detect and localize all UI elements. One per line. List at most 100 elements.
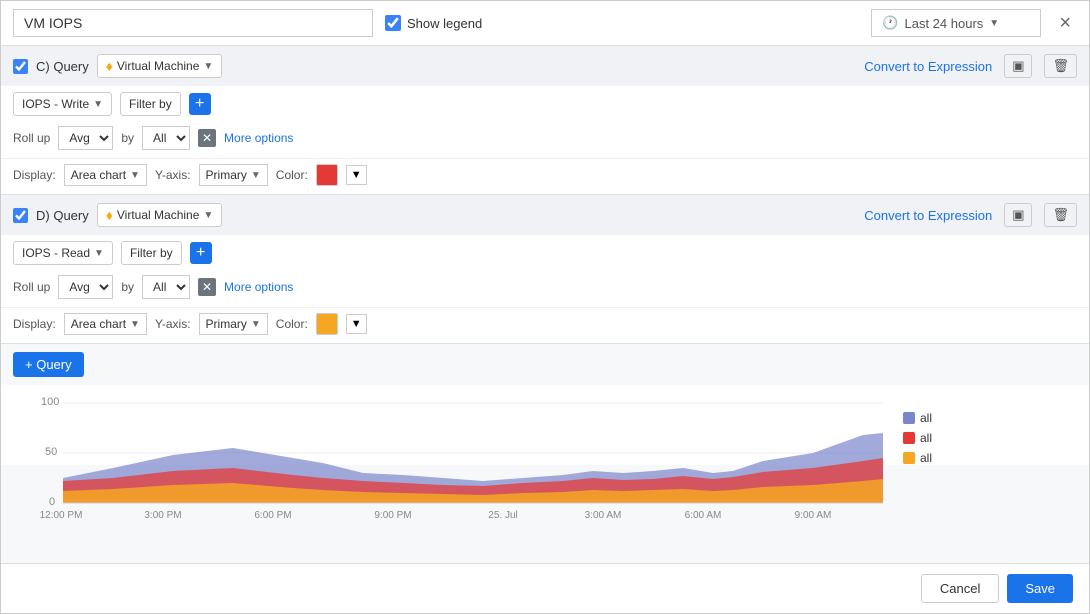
query-c-chart-type-label: Area chart — [71, 168, 126, 182]
title-input[interactable] — [13, 9, 373, 37]
query-c-rollup-label: Roll up — [13, 131, 50, 145]
query-c-label: C) Query — [36, 59, 89, 74]
chevron-down-icon: ▼ — [989, 18, 999, 29]
query-c-display-row: Display: Area chart ▼ Y-axis: Primary ▼ … — [1, 158, 1089, 194]
svg-text:3:00 AM: 3:00 AM — [585, 510, 622, 521]
delete-query-d-button[interactable]: 🗑 — [1044, 203, 1077, 227]
svg-text:25. Jul: 25. Jul — [488, 510, 517, 521]
svg-text:12:00 PM: 12:00 PM — [40, 510, 83, 521]
legend-color-red — [903, 432, 915, 444]
convert-to-expression-d[interactable]: Convert to Expression — [864, 208, 992, 223]
chevron-down-icon: ▼ — [251, 319, 261, 330]
query-d-more-options[interactable]: More options — [224, 280, 293, 294]
query-d-color-dropdown[interactable]: ▼ — [346, 314, 367, 334]
query-d-clear-button[interactable]: ✕ — [198, 278, 216, 296]
query-d-color-swatch[interactable] — [316, 313, 338, 335]
legend-item-orange: all — [903, 451, 983, 465]
query-c-metric-label: IOPS - Write — [22, 97, 89, 111]
query-d-metric-button[interactable]: IOPS - Read ▼ — [13, 241, 113, 265]
legend-label-orange: all — [920, 451, 932, 465]
query-c-color-dropdown[interactable]: ▼ — [346, 165, 367, 185]
query-c-metric-row: IOPS - Write ▼ Filter by + — [1, 86, 1089, 122]
query-d-metric-label: IOPS - Read — [22, 246, 90, 260]
chart-area: 100 50 0 12:00 PM 3:00 PM 6:00 PM — [1, 385, 1089, 465]
modal-content: C) Query ♦ Virtual Machine ▼ Convert to … — [1, 46, 1089, 563]
query-d-vm-label: Virtual Machine — [117, 208, 200, 222]
query-d-metric-row: IOPS - Read ▼ Filter by + — [1, 235, 1089, 271]
query-block-c: C) Query ♦ Virtual Machine ▼ Convert to … — [1, 46, 1089, 195]
query-d-by-label: by — [121, 280, 134, 294]
duplicate-query-c-button[interactable]: ▣ — [1004, 54, 1032, 78]
query-c-metric-button[interactable]: IOPS - Write ▼ — [13, 92, 112, 116]
add-query-button[interactable]: + Query — [13, 352, 84, 377]
query-c-roll-row: Roll up Avg by All ✕ More options — [1, 122, 1089, 158]
chart-svg: 100 50 0 12:00 PM 3:00 PM 6:00 PM — [13, 393, 893, 538]
delete-query-c-button[interactable]: 🗑 — [1044, 54, 1077, 78]
query-d-checkbox[interactable] — [13, 208, 28, 223]
show-legend-container: Show legend — [385, 15, 482, 31]
query-c-clear-button[interactable]: ✕ — [198, 129, 216, 147]
clock-icon: 🕐 — [882, 15, 898, 31]
query-c-yaxis-label: Y-axis: — [155, 168, 191, 182]
query-c-chart-type-select[interactable]: Area chart ▼ — [64, 164, 147, 186]
query-c-more-options[interactable]: More options — [224, 131, 293, 145]
show-legend-label: Show legend — [407, 16, 482, 31]
query-c-display-label: Display: — [13, 168, 56, 182]
legend-color-orange — [903, 452, 915, 464]
query-d-chart-type-select[interactable]: Area chart ▼ — [64, 313, 147, 335]
close-button[interactable]: × — [1053, 10, 1077, 37]
query-d-chart-type-label: Area chart — [71, 317, 126, 331]
query-d-rollup-label: Roll up — [13, 280, 50, 294]
query-d-header: D) Query ♦ Virtual Machine ▼ Convert to … — [1, 195, 1089, 235]
query-c-color-swatch[interactable] — [316, 164, 338, 186]
query-d-color-label: Color: — [276, 317, 308, 331]
chevron-down-icon: ▼ — [203, 210, 213, 221]
query-d-vm-badge[interactable]: ♦ Virtual Machine ▼ — [97, 203, 223, 227]
add-query-row: + Query — [1, 344, 1089, 385]
vm-icon: ♦ — [106, 58, 113, 74]
duplicate-query-d-button[interactable]: ▣ — [1004, 203, 1032, 227]
modal-footer: Cancel Save — [1, 563, 1089, 613]
query-d-rollup-func-select[interactable]: Avg — [58, 275, 113, 299]
svg-text:6:00 AM: 6:00 AM — [685, 510, 722, 521]
query-c-vm-label: Virtual Machine — [117, 59, 200, 73]
legend-color-blue — [903, 412, 915, 424]
query-d-rollup-by-select[interactable]: All — [142, 275, 190, 299]
svg-text:3:00 PM: 3:00 PM — [144, 510, 181, 521]
query-c-color-label: Color: — [276, 168, 308, 182]
legend-item-blue: all — [903, 411, 983, 425]
query-c-rollup-func-select[interactable]: Avg — [58, 126, 113, 150]
legend-label-red: all — [920, 431, 932, 445]
svg-text:9:00 AM: 9:00 AM — [795, 510, 832, 521]
query-c-filter-button[interactable]: Filter by — [120, 92, 181, 116]
time-range-label: Last 24 hours — [905, 16, 984, 31]
query-d-add-filter-button[interactable]: + — [190, 242, 212, 264]
query-c-yaxis-value: Primary — [206, 168, 247, 182]
query-c-header: C) Query ♦ Virtual Machine ▼ Convert to … — [1, 46, 1089, 86]
query-d-yaxis-label: Y-axis: — [155, 317, 191, 331]
query-c-yaxis-select[interactable]: Primary ▼ — [199, 164, 268, 186]
svg-text:6:00 PM: 6:00 PM — [254, 510, 291, 521]
chevron-down-icon: ▼ — [94, 248, 104, 259]
vm-icon: ♦ — [106, 207, 113, 223]
convert-to-expression-c[interactable]: Convert to Expression — [864, 59, 992, 74]
query-d-yaxis-value: Primary — [206, 317, 247, 331]
chevron-down-icon: ▼ — [93, 99, 103, 110]
query-d-filter-button[interactable]: Filter by — [121, 241, 182, 265]
query-d-display-label: Display: — [13, 317, 56, 331]
query-c-vm-badge[interactable]: ♦ Virtual Machine ▼ — [97, 54, 223, 78]
query-c-rollup-by-select[interactable]: All — [142, 126, 190, 150]
query-d-display-row: Display: Area chart ▼ Y-axis: Primary ▼ … — [1, 307, 1089, 343]
svg-text:50: 50 — [45, 446, 57, 458]
svg-text:100: 100 — [41, 396, 59, 408]
cancel-button[interactable]: Cancel — [921, 574, 999, 603]
show-legend-checkbox[interactable] — [385, 15, 401, 31]
legend-item-red: all — [903, 431, 983, 445]
query-c-checkbox[interactable] — [13, 59, 28, 74]
legend-label-blue: all — [920, 411, 932, 425]
query-c-add-filter-button[interactable]: + — [189, 93, 211, 115]
query-d-yaxis-select[interactable]: Primary ▼ — [199, 313, 268, 335]
time-range-dropdown[interactable]: 🕐 Last 24 hours ▼ — [871, 9, 1041, 37]
chevron-down-icon: ▼ — [130, 319, 140, 330]
save-button[interactable]: Save — [1007, 574, 1073, 603]
